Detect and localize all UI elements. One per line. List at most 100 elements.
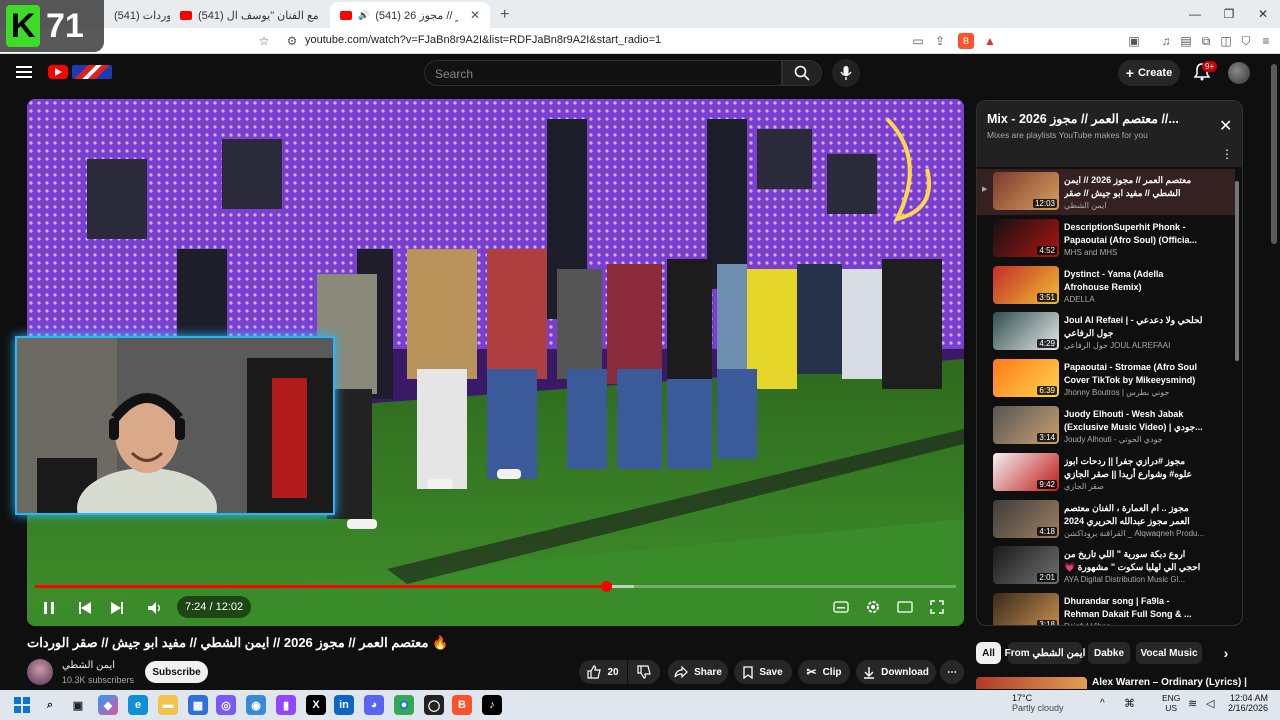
chip-vocal-music[interactable]: Vocal Music (1136, 642, 1202, 664)
mix-item-thumbnail[interactable]: 4:29 (993, 312, 1059, 351)
mix-item-title[interactable]: Dhurandar song | Fa9la - Rehman Dakait F… (1064, 595, 1204, 621)
mix-item-title[interactable]: معتصم العمر // مجوز 2026 // ايمن الشطي /… (1064, 174, 1204, 200)
mix-item-thumbnail[interactable]: 2:01 (993, 546, 1059, 585)
brave-icon[interactable]: B (452, 695, 472, 715)
more-actions-button[interactable]: ⋯ (940, 660, 964, 684)
weather-widget[interactable]: 17°C Partly cloudy (1012, 693, 1064, 713)
youtube-logo-icon[interactable] (48, 65, 68, 79)
search-input[interactable]: Search (424, 60, 782, 86)
mix-item[interactable]: 4:18 مجوز .. ام العمارة ، الفنان معتصم ال… (977, 497, 1235, 543)
mix-item-title[interactable]: Dystinct - Yama (Adella Afrohouse Remix) (1064, 268, 1204, 294)
mix-item-title[interactable]: Juody Elhouti - Wesh Jabak (Exclusive Mu… (1064, 408, 1204, 434)
hamburger-menu-icon[interactable] (16, 66, 32, 78)
mix-scrollbar[interactable] (1235, 173, 1240, 613)
search-button[interactable] (782, 60, 822, 86)
mix-item-title[interactable]: DescriptionSuperhit Phonk - Papaoutai (A… (1064, 221, 1204, 247)
create-button[interactable]: + Create (1118, 60, 1180, 86)
edge-icon[interactable]: e (128, 695, 148, 715)
chip-all[interactable]: All (976, 642, 1001, 664)
app-icon-2[interactable]: ◉ (246, 695, 266, 715)
theater-mode-button[interactable] (893, 596, 917, 618)
sidebar-icon[interactable]: ▣ (1126, 33, 1142, 49)
extensions-icon[interactable]: ⧉ (1198, 33, 1214, 49)
tiktok-icon[interactable]: ♪ (482, 695, 502, 715)
language-indicator[interactable]: ENG US (1162, 693, 1180, 713)
settings-button[interactable] (861, 596, 885, 618)
mix-item-thumbnail[interactable]: 3:51 (993, 265, 1059, 304)
chip-from-channel[interactable]: From ايمن الشطي (1005, 642, 1085, 664)
volume-icon[interactable]: ◁ (1206, 697, 1214, 710)
url-field[interactable]: youtube.com/watch?v=FJaBn8r9A2I&list=RDF… (305, 34, 661, 46)
browser-tab-2[interactable]: (541) مجوز درازي مع الفنان "يوسف ال (170, 2, 330, 28)
fullscreen-button[interactable] (925, 596, 949, 618)
next-button[interactable] (107, 598, 127, 618)
mix-item-thumbnail[interactable]: 9:42 (993, 452, 1059, 491)
copilot-icon[interactable]: ◆ (98, 695, 118, 715)
mix-item-thumbnail[interactable]: 4:18 (993, 499, 1059, 538)
clip-button[interactable]: ✂ Clip (798, 660, 850, 684)
clock[interactable]: 12:04 AM 2/16/2026 (1226, 693, 1268, 713)
chip-dabke[interactable]: Dabke (1088, 642, 1130, 664)
progress-bar[interactable] (35, 581, 956, 592)
wallet-icon[interactable]: ◫ (1218, 33, 1234, 49)
voice-search-button[interactable] (832, 59, 860, 87)
previous-button[interactable] (75, 598, 95, 618)
mix-item-thumbnail[interactable]: 12:03 (993, 172, 1059, 210)
save-button[interactable]: Save (734, 660, 792, 684)
channel-name[interactable]: ايمن الشطي (62, 660, 115, 671)
reader-icon[interactable]: ▤ (1178, 33, 1194, 49)
mix-item-thumbnail[interactable]: 3:18 (993, 593, 1059, 625)
menu-icon[interactable]: ≡ (1258, 33, 1274, 49)
mix-item[interactable]: ▶ 12:03 معتصم العمر // مجوز 2026 // ايمن ا… (977, 169, 1235, 215)
discord-icon[interactable]: ◕ (364, 695, 384, 715)
store-icon[interactable]: ▦ (188, 695, 208, 715)
browser-tab-1[interactable]: (541) صقر الوردات (104, 2, 170, 28)
mix-item-thumbnail[interactable]: 3:14 (993, 406, 1059, 444)
obs-icon[interactable]: ◯ (424, 695, 444, 715)
linkedin-icon[interactable]: in (334, 695, 354, 715)
chips-next-icon[interactable]: › (1214, 642, 1238, 664)
share-button[interactable]: Share (668, 660, 728, 684)
chrome-icon[interactable]: ● (394, 695, 414, 715)
account-avatar[interactable] (1228, 62, 1250, 84)
page-scrollbar[interactable] (1268, 54, 1280, 690)
mix-item-title[interactable]: Papaoutai - Stromae (Afro Soul Cover Tik… (1064, 361, 1204, 387)
close-tab-icon[interactable]: ✕ (470, 8, 480, 22)
task-view-icon[interactable]: ▣ (68, 695, 88, 715)
pause-button[interactable] (39, 598, 59, 618)
site-info-icon[interactable]: ⚙ (284, 33, 300, 49)
app-icon[interactable]: ◎ (216, 695, 236, 715)
x-icon[interactable]: X (306, 695, 326, 715)
mix-item[interactable]: 2:01 اروع دبكة سورية " اللي تاريخ من احجي… (977, 543, 1235, 589)
brave-rewards-icon[interactable]: ▲ (982, 33, 998, 49)
minimize-icon[interactable]: — (1178, 0, 1212, 28)
close-icon[interactable]: ✕ (1219, 116, 1232, 136)
mix-title[interactable]: Mix - معتصم العمر // مجوز 2026 //... (987, 111, 1207, 126)
file-explorer-icon[interactable]: ▬ (158, 695, 178, 715)
volume-button[interactable] (145, 598, 165, 618)
cast-icon[interactable]: ▭ (910, 33, 926, 49)
mix-item-title[interactable]: اروع دبكة سورية " اللي تاريخ من احجي الي… (1064, 548, 1204, 574)
mix-item-thumbnail[interactable]: 6:39 (993, 359, 1059, 398)
mix-item-title[interactable]: مجوز #درازي جفرا || ردحات ابوز علوه# وشو… (1064, 455, 1204, 481)
mix-item[interactable]: 6:39 Papaoutai - Stromae (Afro Soul Cover… (977, 356, 1235, 402)
maximize-icon[interactable]: ❐ (1212, 0, 1246, 28)
network-icon[interactable]: ⌘ (1124, 697, 1135, 710)
mix-scroll-thumb[interactable] (1235, 181, 1239, 361)
subtitles-button[interactable] (829, 596, 853, 618)
next-video-title[interactable]: Alex Warren – Ordinary (Lyrics) | (1092, 677, 1247, 688)
close-window-icon[interactable]: ✕ (1246, 0, 1280, 28)
next-video-thumbnail[interactable] (976, 677, 1087, 689)
search-icon[interactable]: ⌕ (40, 695, 60, 715)
page-scroll-thumb[interactable] (1271, 64, 1277, 244)
channel-avatar[interactable] (27, 659, 53, 685)
download-button[interactable]: Download (856, 660, 936, 684)
vpn-icon[interactable]: ⛉ (1238, 33, 1254, 49)
subscribe-button[interactable]: Subscribe (145, 661, 208, 683)
brave-shield-icon[interactable]: B (958, 33, 974, 49)
mix-item-title[interactable]: Joul Al Refaei | لحلحي ولا دعدعي - جول ا… (1064, 314, 1204, 340)
mix-item[interactable]: 4:29 Joul Al Refaei | لحلحي ولا دعدعي - ج… (977, 309, 1235, 355)
mix-item[interactable]: 4:52 DescriptionSuperhit Phonk - Papaouta… (977, 216, 1235, 262)
twitch-icon[interactable]: ▮ (276, 695, 296, 715)
mix-item[interactable]: 3:18 Dhurandar song | Fa9la - Rehman Daka… (977, 590, 1235, 625)
